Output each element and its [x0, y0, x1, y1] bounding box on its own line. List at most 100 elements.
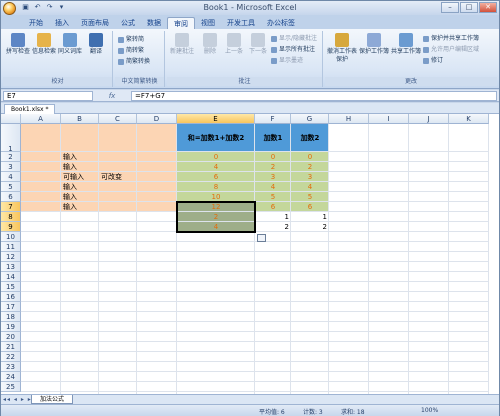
- row-header-2[interactable]: 2: [1, 152, 21, 162]
- row-header-6[interactable]: 6: [1, 192, 21, 202]
- cell-c4[interactable]: 可改变: [101, 172, 135, 182]
- spelling-button[interactable]: 拼写检查: [5, 33, 31, 56]
- row-header-16[interactable]: 16: [1, 292, 21, 302]
- row-header-21[interactable]: 21: [1, 342, 21, 352]
- column-header-j[interactable]: J: [409, 114, 449, 124]
- cell-g5[interactable]: 4: [293, 182, 327, 192]
- column-header-f[interactable]: F: [255, 114, 291, 124]
- cell-b6[interactable]: 输入: [63, 192, 97, 202]
- tab-page-layout[interactable]: 页面布局: [75, 17, 115, 29]
- zoom-level[interactable]: 100%: [421, 407, 438, 414]
- column-header-k[interactable]: K: [449, 114, 489, 124]
- cell-f8[interactable]: 1: [257, 212, 289, 222]
- cell-f6[interactable]: 5: [257, 192, 289, 202]
- track-changes-button[interactable]: 修订: [423, 56, 443, 65]
- row-header-25[interactable]: 25: [1, 382, 21, 392]
- maximize-button[interactable]: □: [460, 2, 478, 13]
- row-header-8[interactable]: 8: [1, 212, 21, 222]
- share-workbook-button[interactable]: 共享工作簿: [391, 33, 421, 56]
- cell-f1-addend1-header[interactable]: 加数1: [257, 124, 289, 152]
- column-header-h[interactable]: H: [329, 114, 369, 124]
- unprotect-sheet-button[interactable]: 撤消工作表保护: [327, 33, 357, 64]
- cell-f5[interactable]: 4: [257, 182, 289, 192]
- cell-b5[interactable]: 输入: [63, 182, 97, 192]
- cell-f7[interactable]: 6: [257, 202, 289, 212]
- row-header-13[interactable]: 13: [1, 262, 21, 272]
- cell-f2[interactable]: 0: [257, 152, 289, 162]
- cell-f4[interactable]: 3: [257, 172, 289, 182]
- cell-e4[interactable]: 6: [179, 172, 253, 182]
- worksheet-grid[interactable]: A B C D E F G H I J K 1 2 3 4 5 6 7 8 9 10 11 12 13 14 15 16 17 18 19…: [1, 114, 499, 394]
- show-all-comments-button[interactable]: 显示所有批注: [271, 45, 315, 54]
- trad-to-simp-button[interactable]: 繁转简: [118, 35, 144, 44]
- research-button[interactable]: 信息检索: [31, 33, 57, 56]
- document-tab-book1[interactable]: Book1.xlsx *: [4, 104, 56, 114]
- cell-g6[interactable]: 5: [293, 192, 327, 202]
- cell-f9[interactable]: 2: [257, 222, 289, 232]
- cell-g8[interactable]: 1: [293, 212, 327, 222]
- row-header-12[interactable]: 12: [1, 252, 21, 262]
- conversion-button[interactable]: 简繁转换: [118, 57, 150, 66]
- row-header-15[interactable]: 15: [1, 282, 21, 292]
- cell-b2[interactable]: 输入: [63, 152, 97, 162]
- formula-input[interactable]: =F7+G7: [131, 91, 497, 101]
- row-header-23[interactable]: 23: [1, 362, 21, 372]
- cell-g1-addend2-header[interactable]: 加数2: [293, 124, 327, 152]
- row-header-19[interactable]: 19: [1, 322, 21, 332]
- cell-b4[interactable]: 可输入: [63, 172, 97, 182]
- row-header-11[interactable]: 11: [1, 242, 21, 252]
- tab-review[interactable]: 审阅: [167, 17, 195, 29]
- tab-office-tab[interactable]: 办公标签: [261, 17, 301, 29]
- row-header-3[interactable]: 3: [1, 162, 21, 172]
- tab-home[interactable]: 开始: [23, 17, 49, 29]
- close-button[interactable]: ✕: [479, 2, 497, 13]
- column-header-b[interactable]: B: [61, 114, 99, 124]
- column-header-c[interactable]: C: [99, 114, 137, 124]
- row-header-10[interactable]: 10: [1, 232, 21, 242]
- allow-edit-ranges-button[interactable]: 允许用户编辑区域: [423, 45, 479, 54]
- show-hide-comment-button[interactable]: 显示/隐藏批注: [271, 34, 317, 43]
- translate-button[interactable]: 翻译: [83, 33, 109, 56]
- cell-b3[interactable]: 输入: [63, 162, 97, 172]
- row-header-20[interactable]: 20: [1, 332, 21, 342]
- cell-e2[interactable]: 0: [179, 152, 253, 162]
- cell-g4[interactable]: 3: [293, 172, 327, 182]
- show-ink-button[interactable]: 显示墨迹: [271, 56, 303, 65]
- tab-formulas[interactable]: 公式: [115, 17, 141, 29]
- new-comment-button[interactable]: 新建批注: [169, 33, 195, 56]
- row-header-24[interactable]: 24: [1, 372, 21, 382]
- cell-g7[interactable]: 6: [293, 202, 327, 212]
- row-header-17[interactable]: 17: [1, 302, 21, 312]
- previous-comment-button[interactable]: 上一条: [221, 33, 247, 56]
- cell-g3[interactable]: 2: [293, 162, 327, 172]
- tab-developer[interactable]: 开发工具: [221, 17, 261, 29]
- row-header-9[interactable]: 9: [1, 222, 21, 232]
- column-header-a[interactable]: A: [21, 114, 61, 124]
- column-header-d[interactable]: D: [137, 114, 177, 124]
- column-header-g[interactable]: G: [291, 114, 329, 124]
- cell-g9[interactable]: 2: [293, 222, 327, 232]
- tab-view[interactable]: 视图: [195, 17, 221, 29]
- row-header-7[interactable]: 7: [1, 202, 21, 212]
- simp-to-trad-button[interactable]: 简转繁: [118, 46, 144, 55]
- protect-workbook-button[interactable]: 保护工作簿: [359, 33, 389, 56]
- sheet-tab-addition-formula[interactable]: 加法公式: [31, 395, 74, 404]
- select-all-corner[interactable]: [1, 114, 21, 124]
- delete-comment-button[interactable]: 删除: [197, 33, 223, 56]
- cell-e1-sum-header[interactable]: 和=加数1+加数2: [179, 124, 253, 152]
- row-header-4[interactable]: 4: [1, 172, 21, 182]
- cell-f3[interactable]: 2: [257, 162, 289, 172]
- paste-options-icon[interactable]: [257, 234, 266, 242]
- name-box[interactable]: E7: [3, 91, 93, 101]
- cell-e3[interactable]: 4: [179, 162, 253, 172]
- row-header-5[interactable]: 5: [1, 182, 21, 192]
- row-header-18[interactable]: 18: [1, 312, 21, 322]
- column-header-e[interactable]: E: [177, 114, 255, 124]
- cell-e5[interactable]: 8: [179, 182, 253, 192]
- fx-icon[interactable]: fx: [97, 91, 127, 101]
- tab-data[interactable]: 数据: [141, 17, 167, 29]
- column-header-i[interactable]: I: [369, 114, 409, 124]
- cell-b7[interactable]: 输入: [63, 202, 97, 212]
- tab-insert[interactable]: 插入: [49, 17, 75, 29]
- cell-g2[interactable]: 0: [293, 152, 327, 162]
